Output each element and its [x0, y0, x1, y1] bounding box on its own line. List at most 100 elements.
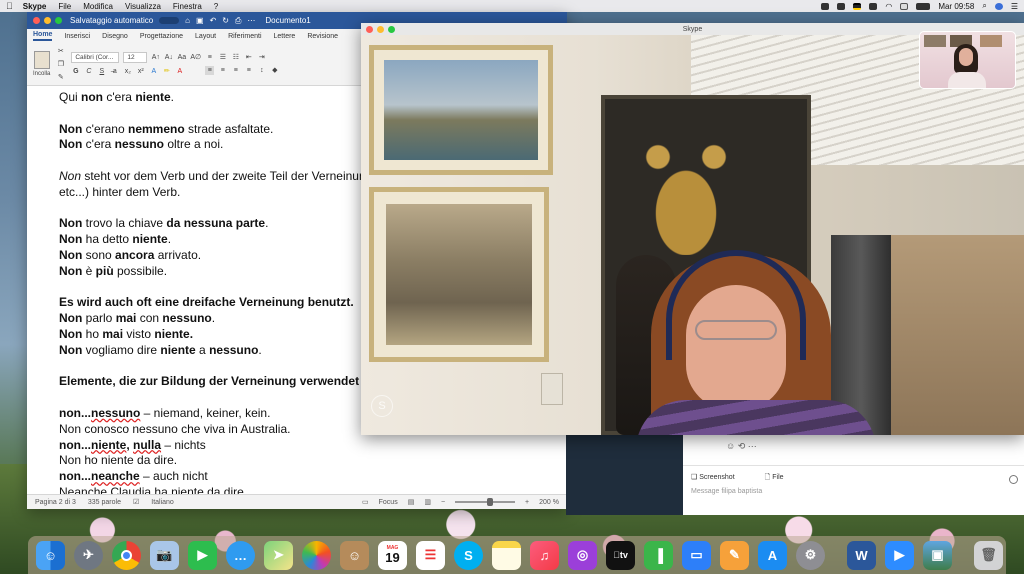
- home-icon[interactable]: ⌂: [185, 16, 190, 25]
- shrink-font-icon[interactable]: A↓: [164, 53, 173, 62]
- minimize-window-button[interactable]: [44, 17, 51, 24]
- reminders-icon[interactable]: ☰: [416, 540, 445, 570]
- menu-file[interactable]: File: [58, 2, 71, 11]
- numbering-icon[interactable]: ☰: [218, 53, 227, 62]
- keyboard-layout-icon[interactable]: [900, 2, 909, 10]
- clear-formatting-icon[interactable]: A∅: [190, 53, 201, 62]
- decrease-indent-icon[interactable]: ⇤: [244, 53, 253, 62]
- podcasts-icon[interactable]: ◎: [568, 540, 597, 570]
- menu-visualizza[interactable]: Visualizza: [125, 2, 161, 11]
- autosave-toggle[interactable]: [159, 17, 180, 24]
- grow-font-icon[interactable]: A↑: [151, 53, 160, 62]
- focus-icon[interactable]: ▭: [362, 498, 369, 506]
- tab-revisione[interactable]: Revisione: [307, 33, 338, 40]
- contacts-icon[interactable]: ☺: [340, 540, 369, 570]
- keynote-icon[interactable]: ▭: [682, 540, 711, 570]
- proofing-icon[interactable]: ☑: [133, 498, 139, 506]
- screenshot-button[interactable]: ❑ Screenshot: [691, 473, 735, 484]
- tab-progettazione[interactable]: Progettazione: [140, 33, 183, 40]
- close-window-button[interactable]: [33, 17, 40, 24]
- finder-icon[interactable]: ☺: [36, 540, 65, 570]
- skype-icon[interactable]: S: [454, 540, 483, 570]
- pages-icon[interactable]: ✎: [720, 540, 749, 570]
- menu-modifica[interactable]: Modifica: [83, 2, 113, 11]
- remote-video-feed[interactable]: S: [361, 35, 1024, 435]
- copy-icon[interactable]: ❐: [56, 60, 65, 69]
- skype-tray-icon[interactable]: [821, 2, 830, 10]
- print-layout-icon[interactable]: ▤: [408, 498, 415, 506]
- launchpad-icon[interactable]: ✈: [74, 540, 103, 570]
- self-view-video[interactable]: [919, 31, 1016, 89]
- trash-icon[interactable]: 🗑: [974, 540, 1003, 570]
- tab-disegno[interactable]: Disegno: [102, 33, 128, 40]
- maps-icon[interactable]: ➤: [264, 540, 293, 570]
- app-tray-icon[interactable]: [869, 2, 878, 10]
- line-spacing-icon[interactable]: ↕: [257, 66, 266, 75]
- strikethrough-icon[interactable]: ̶a: [110, 67, 119, 76]
- align-center-icon[interactable]: ≡: [218, 66, 227, 75]
- italic-icon[interactable]: C: [84, 67, 93, 76]
- underline-icon[interactable]: S: [97, 67, 106, 76]
- facetime-icon[interactable]: ▶: [188, 540, 217, 570]
- menu-finestra[interactable]: Finestra: [173, 2, 202, 11]
- multilevel-list-icon[interactable]: ☷: [231, 53, 240, 62]
- calendar-icon[interactable]: MAG 19: [378, 540, 407, 570]
- zoom-in-icon[interactable]: +: [525, 499, 529, 506]
- language-label[interactable]: Italiano: [151, 499, 174, 506]
- notes-icon[interactable]: [492, 540, 521, 570]
- message-input[interactable]: Message filipa baptista: [691, 488, 762, 495]
- appletv-icon[interactable]: tv: [606, 540, 635, 570]
- tab-inserisci[interactable]: Inserisci: [64, 33, 90, 40]
- tab-riferimenti[interactable]: Riferimenti: [228, 33, 261, 40]
- battery-icon[interactable]: [916, 2, 931, 10]
- appstore-icon[interactable]: A: [758, 540, 787, 570]
- print-icon[interactable]: ⎙: [235, 16, 241, 26]
- flag-icon[interactable]: [853, 2, 862, 10]
- zoom-out-icon[interactable]: −: [441, 499, 445, 506]
- undo-icon[interactable]: ↶: [210, 16, 217, 25]
- format-painter-icon[interactable]: ✎: [56, 73, 65, 82]
- doc-paragraph[interactable]: Neanche Claudia ha niente da dire.: [59, 485, 567, 494]
- redo-icon[interactable]: ↻: [222, 16, 229, 25]
- change-case-icon[interactable]: Aa: [177, 53, 187, 62]
- font-size-select[interactable]: 12: [123, 52, 148, 63]
- menu-clock[interactable]: Mar 09:58: [938, 2, 974, 11]
- zoom-slider[interactable]: [455, 498, 516, 506]
- emoji-icon[interactable]: [1009, 475, 1018, 484]
- bullets-icon[interactable]: ≡: [205, 53, 214, 62]
- tab-layout[interactable]: Layout: [195, 33, 216, 40]
- align-right-icon[interactable]: ≡: [231, 66, 240, 75]
- zoom-icon[interactable]: ▶: [885, 540, 914, 570]
- paste-button[interactable]: Incolla: [33, 51, 50, 77]
- superscript-icon[interactable]: x²: [136, 67, 145, 76]
- apple-menu-icon[interactable]: : [6, 1, 13, 11]
- cut-icon[interactable]: ✂: [56, 47, 65, 56]
- word-count[interactable]: 335 parole: [88, 499, 121, 506]
- web-layout-icon[interactable]: ▥: [424, 498, 431, 506]
- font-color-icon[interactable]: A: [175, 67, 184, 76]
- doc-paragraph[interactable]: non...niente, nulla – nichts: [59, 438, 567, 454]
- siri-icon[interactable]: [994, 2, 1003, 10]
- align-left-icon[interactable]: ≡: [205, 66, 215, 75]
- messages-icon[interactable]: …: [226, 540, 255, 570]
- tab-lettere[interactable]: Lettere: [274, 33, 296, 40]
- doc-paragraph[interactable]: non...neanche – auch nicht: [59, 469, 567, 485]
- shading-icon[interactable]: ◆: [270, 66, 279, 75]
- music-icon[interactable]: ♫: [530, 540, 559, 570]
- notification-center-icon[interactable]: ☰: [1011, 2, 1018, 11]
- imagecapture-icon[interactable]: ▣: [923, 540, 952, 570]
- zoom-level[interactable]: 200 %: [539, 499, 559, 506]
- subscript-icon[interactable]: x₂: [123, 67, 132, 76]
- justify-icon[interactable]: ≡: [244, 66, 253, 75]
- font-name-select[interactable]: Calibri (Cor...: [71, 52, 120, 63]
- highlight-icon[interactable]: ✏: [162, 67, 171, 76]
- menu-app-name[interactable]: Skype: [23, 2, 47, 11]
- photos-icon[interactable]: [302, 540, 331, 570]
- doc-paragraph[interactable]: Non ho niente da dire.: [59, 453, 567, 469]
- reaction-icons[interactable]: ☺ ⟲ ⋯: [726, 441, 757, 452]
- save-icon[interactable]: ▣: [196, 16, 204, 25]
- tab-home[interactable]: Home: [33, 31, 53, 41]
- zoom-window-button[interactable]: [55, 17, 62, 24]
- search-icon[interactable]: ⌕: [982, 1, 986, 11]
- systemprefs-icon[interactable]: ⚙: [796, 540, 825, 570]
